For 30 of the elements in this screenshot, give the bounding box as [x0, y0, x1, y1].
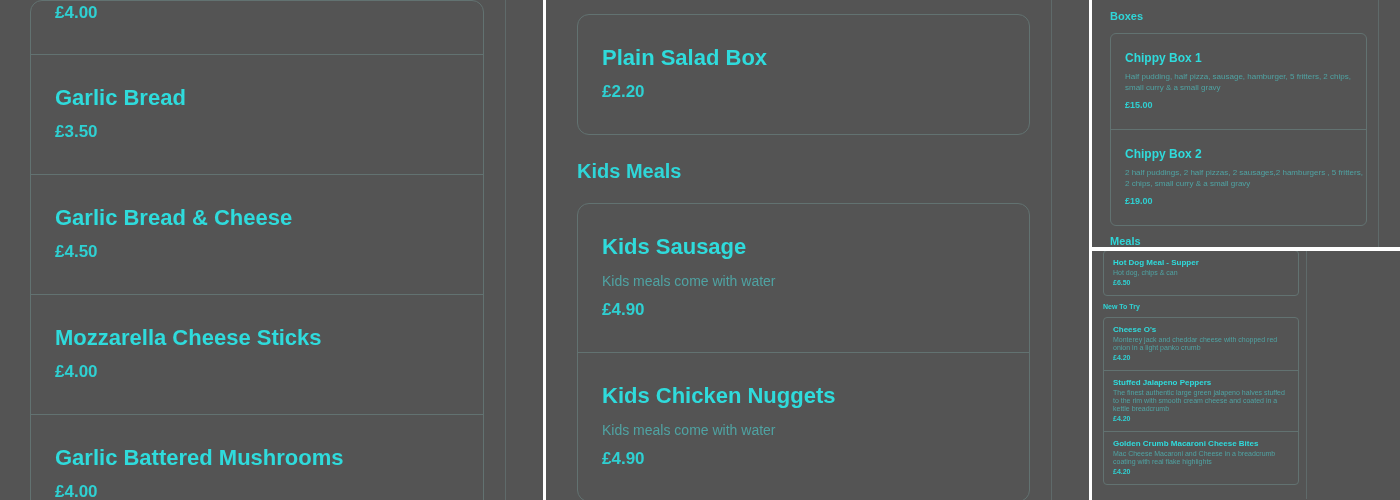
item-price: £19.00	[1125, 195, 1154, 207]
item-title: Kids Chicken Nuggets	[602, 383, 837, 409]
section-heading: Meals	[1110, 234, 1142, 247]
item-price: £15.00	[1125, 99, 1154, 111]
item-title: Cheese O's	[1113, 325, 1158, 334]
item-price: £4.00	[55, 2, 99, 24]
item-price: £2.20	[602, 81, 646, 103]
item-title: Plain Salad Box	[602, 45, 769, 71]
item-price: £4.90	[602, 299, 646, 321]
item-title: Garlic Battered Mushrooms	[55, 445, 345, 471]
item-title: Golden Crumb Macaroni Cheese Bites	[1113, 439, 1260, 448]
item-title: Chippy Box 2	[1125, 147, 1203, 161]
item-price: £4.50	[55, 241, 99, 263]
item-price: £4.00	[55, 481, 99, 500]
item-title: Kids Sausage	[602, 234, 748, 260]
item-description: Half pudding, half pizza, sausage, hamburger, 5 fritters, 2 chips, small curry & a small gravy	[1125, 71, 1352, 93]
item-description: Kids meals come with water	[602, 421, 777, 440]
section-heading: Kids Meals	[577, 159, 683, 183]
item-price: £4.90	[602, 448, 646, 470]
item-description: 2 half puddings, 2 half pizzas, 2 sausages,2 hamburgers , 5 fritters, 2 chips, small curry & a small gravy	[1125, 167, 1364, 189]
item-description: Kids meals come with water	[602, 272, 777, 291]
item-title: Hot Dog Meal - Supper	[1113, 258, 1200, 267]
item-price: £3.50	[55, 121, 99, 143]
item-price: £4.00	[55, 361, 99, 383]
item-title: Mozzarella Cheese Sticks	[55, 325, 323, 351]
item-title: Stuffed Jalapeno Peppers	[1113, 378, 1213, 387]
item-title: Garlic Bread	[55, 85, 187, 111]
section-heading: Boxes	[1110, 9, 1145, 23]
item-title: Garlic Bread & Cheese	[55, 205, 294, 231]
item-title: Chippy Box 1	[1125, 51, 1203, 65]
